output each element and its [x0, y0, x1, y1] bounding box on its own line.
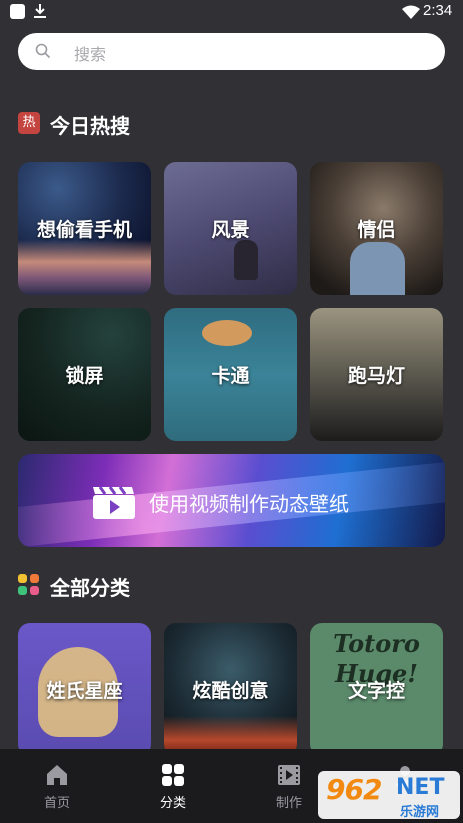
- hot-badge-icon: 热: [18, 112, 40, 134]
- category-tile-2[interactable]: 炫酷创意: [164, 623, 297, 756]
- tile-label: 情侣: [357, 219, 396, 241]
- video-wallpaper-banner[interactable]: 使用视频制作动态壁纸: [18, 454, 445, 547]
- notification-square-icon: [10, 4, 25, 19]
- category-tile-3[interactable]: Totoro Huge! 文字控: [310, 623, 443, 756]
- tile-label: 风景: [211, 219, 250, 241]
- film-icon: [278, 765, 300, 785]
- tile-label: 跑马灯: [347, 365, 405, 387]
- nav-category[interactable]: 分类: [133, 749, 213, 823]
- nav-make[interactable]: 制作: [249, 749, 329, 823]
- hot-tile-3[interactable]: 情侣: [310, 162, 443, 295]
- watermark-domain: NET: [396, 775, 445, 800]
- status-time: 2:34: [423, 2, 453, 19]
- hot-tile-1[interactable]: 想偷看手机: [18, 162, 151, 295]
- tile-label: 炫酷创意: [192, 680, 269, 702]
- search-bar[interactable]: 搜索: [18, 33, 445, 70]
- watermark-number: 962: [326, 773, 382, 806]
- nav-label: 首页: [43, 796, 70, 811]
- site-watermark-logo: 962 NET 乐游网: [318, 771, 460, 819]
- all-section-title: 全部分类: [50, 576, 130, 600]
- status-bar: 2:34: [0, 0, 463, 24]
- tile-label: 想偷看手机: [36, 219, 132, 241]
- banner-label: 使用视频制作动态壁纸: [149, 492, 349, 516]
- tile-label: 卡通: [211, 365, 250, 387]
- nav-label: 分类: [159, 796, 186, 811]
- hot-section-title: 今日热搜: [50, 114, 130, 138]
- home-icon: [47, 765, 67, 785]
- categories-dots-icon: [18, 574, 40, 596]
- hot-tile-4[interactable]: 锁屏: [18, 308, 151, 441]
- search-icon: [35, 43, 51, 59]
- hot-tile-2[interactable]: 风景: [164, 162, 297, 295]
- hot-tile-5[interactable]: 卡通: [164, 308, 297, 441]
- wifi-icon: [402, 5, 420, 19]
- nav-label: 制作: [275, 796, 302, 811]
- tile-label: 锁屏: [65, 365, 104, 387]
- hot-tile-6[interactable]: 跑马灯: [310, 308, 443, 441]
- download-icon: [34, 4, 46, 18]
- search-input[interactable]: 搜索: [74, 41, 106, 65]
- tile-label: 文字控: [347, 680, 405, 702]
- grid-icon: [162, 764, 184, 786]
- nav-home[interactable]: 首页: [17, 749, 97, 823]
- clapperboard-icon: [93, 486, 135, 519]
- category-tile-1[interactable]: 姓氏星座: [18, 623, 151, 756]
- tile-label: 姓氏星座: [46, 680, 123, 702]
- watermark-subtitle: 乐游网: [400, 805, 440, 819]
